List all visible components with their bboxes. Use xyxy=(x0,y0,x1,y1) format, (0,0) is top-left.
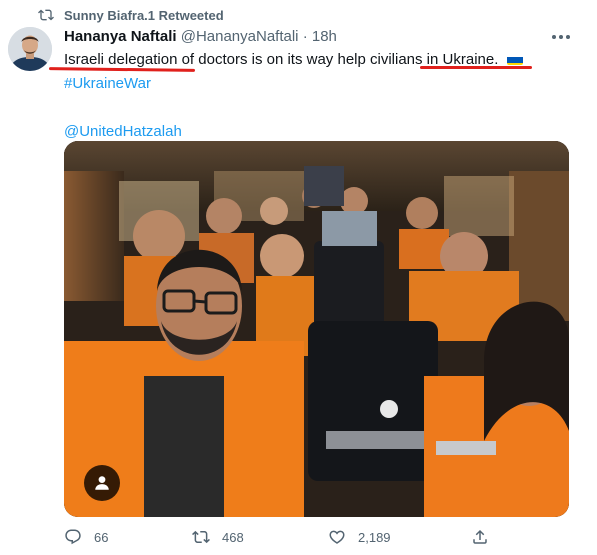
tweet-text: Israeli delegation of doctors is on its … xyxy=(64,48,564,144)
author-handle[interactable]: @HananyaNaftali xyxy=(181,28,299,45)
reply-button[interactable]: 66 xyxy=(64,528,108,546)
like-button[interactable]: 2,189 xyxy=(328,528,391,546)
retweet-icon xyxy=(38,9,54,21)
reply-icon xyxy=(65,529,81,545)
tweet-actions: 66 468 2,189 xyxy=(64,528,569,552)
retweet-count: 468 xyxy=(222,529,244,545)
retweet-context[interactable]: Sunny Biafra.1 Retweeted xyxy=(38,6,224,24)
timestamp[interactable]: 18h xyxy=(312,28,337,45)
share-icon xyxy=(473,529,487,544)
avatar[interactable] xyxy=(8,27,52,71)
retweet-button[interactable]: 468 xyxy=(192,528,244,546)
person-icon xyxy=(95,476,109,490)
tweet-header: Hananya Naftali @HananyaNaftali · 18h xyxy=(64,28,337,45)
highlight-underline-2 xyxy=(420,66,532,69)
like-count: 2,189 xyxy=(358,529,391,545)
separator: · xyxy=(302,28,308,45)
reply-count: 66 xyxy=(94,529,109,545)
author-name[interactable]: Hananya Naftali xyxy=(64,28,177,45)
share-button[interactable] xyxy=(471,528,501,546)
tweet-photo[interactable] xyxy=(64,141,569,517)
retweet-text: Sunny Biafra.1 Retweeted xyxy=(64,7,224,23)
ukraine-flag-icon xyxy=(506,53,523,65)
retweet-action-icon xyxy=(192,530,210,544)
tagged-users-button[interactable] xyxy=(84,465,120,501)
hashtag-link[interactable]: #UkraineWar xyxy=(64,72,564,96)
more-options-icon[interactable] xyxy=(550,27,572,47)
heart-icon xyxy=(329,530,345,544)
